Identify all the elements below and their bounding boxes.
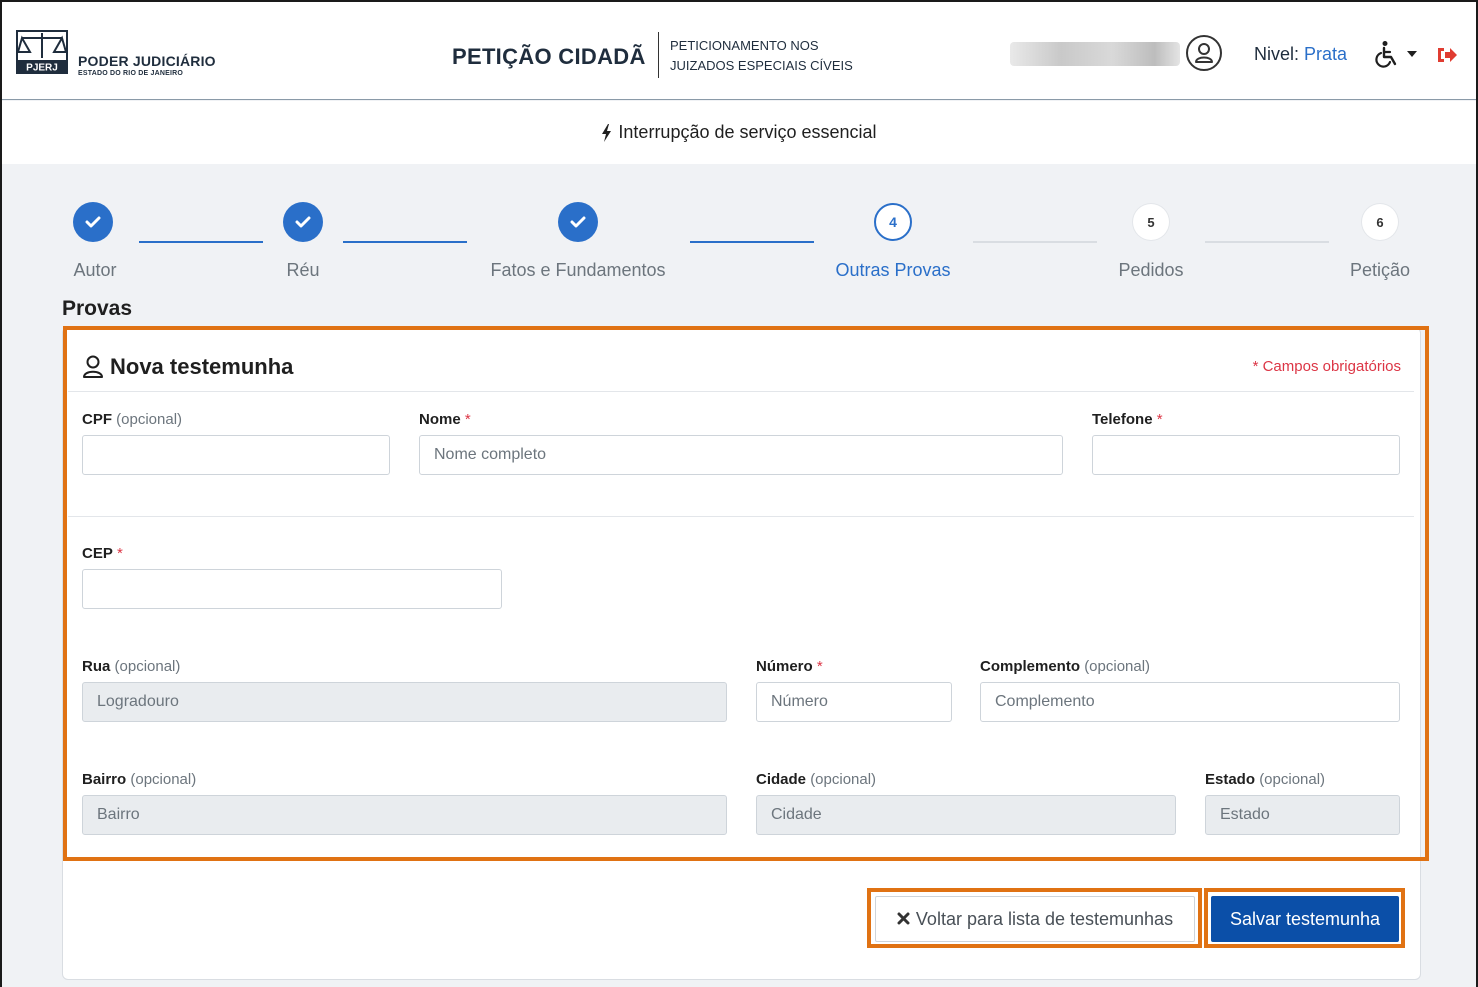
estado-input[interactable] xyxy=(1205,795,1400,835)
step-label-fatos[interactable]: Fatos e Fundamentos xyxy=(490,260,665,281)
app-title: PETIÇÃO CIDADÃ xyxy=(452,44,646,69)
step-pedidos[interactable]: 5 xyxy=(1133,204,1169,240)
step-label-reu[interactable]: Réu xyxy=(286,260,319,281)
telefone-label: Telefone * xyxy=(1092,411,1163,428)
section-title: Provas xyxy=(62,297,133,320)
pjerj-logo[interactable]: PJERJ PODER JUDICIÁRIO ESTADO DO RIO DE … xyxy=(16,30,216,77)
step-label-outras-provas[interactable]: Outras Provas xyxy=(835,260,950,281)
rua-input[interactable] xyxy=(82,682,727,722)
step-label-pedidos[interactable]: Pedidos xyxy=(1118,260,1183,281)
step-peticao[interactable]: 6 xyxy=(1362,204,1398,240)
save-witness-button[interactable]: Salvar testemunha xyxy=(1211,896,1399,942)
scales-logo-icon: PJERJ xyxy=(16,30,68,74)
accessibility-menu[interactable] xyxy=(1374,40,1418,68)
accessibility-icon xyxy=(1375,41,1397,68)
nome-input[interactable] xyxy=(419,435,1063,475)
user-name-redacted xyxy=(1010,42,1180,66)
rua-label: Rua (opcional) xyxy=(82,658,181,675)
step-connector xyxy=(973,241,1097,243)
user-icon[interactable] xyxy=(1186,35,1222,71)
cep-input[interactable] xyxy=(82,569,502,609)
cidade-input[interactable] xyxy=(756,795,1176,835)
x-icon xyxy=(897,909,910,930)
cidade-label: Cidade (opcional) xyxy=(756,771,877,788)
logo-subtitle: ESTADO DO RIO DE JANEIRO xyxy=(78,70,184,77)
user-outline-icon xyxy=(83,355,103,378)
logo-title: PODER JUDICIÁRIO xyxy=(78,53,216,69)
witness-card xyxy=(62,327,1421,980)
complemento-label: Complemento (opcional) xyxy=(980,658,1151,675)
numero-label: Número * xyxy=(756,658,823,675)
card-header: Nova testemunha * Campos obrigatórios xyxy=(68,332,1414,392)
cpf-input[interactable] xyxy=(82,435,390,475)
caret-down-icon xyxy=(1407,51,1417,57)
app-subtitle-line1: PETICIONAMENTO NOS xyxy=(670,38,819,53)
step-connector xyxy=(139,241,263,243)
app-subtitle: PETICIONAMENTO NOS JUIZADOS ESPECIAIS CÍ… xyxy=(670,36,853,76)
back-to-witness-list-button[interactable]: Voltar para lista de testemunhas xyxy=(875,896,1195,942)
form-title: Nova testemunha xyxy=(110,354,294,379)
user-level-value: Prata xyxy=(1304,44,1348,64)
service-alert[interactable]: Interrupção de serviço essencial xyxy=(2,101,1476,164)
step-fatos-icon[interactable] xyxy=(558,202,598,242)
estado-label: Estado (opcional) xyxy=(1205,771,1326,788)
step-connector xyxy=(343,241,467,243)
back-button-label: Voltar para lista de testemunhas xyxy=(915,908,1174,929)
telefone-input[interactable] xyxy=(1092,435,1400,475)
step-outras-provas[interactable]: 4 xyxy=(874,203,912,241)
bolt-icon xyxy=(601,123,612,142)
logout-icon[interactable] xyxy=(1436,44,1458,66)
cep-label: CEP * xyxy=(82,545,123,562)
nome-label: Nome * xyxy=(419,411,471,428)
cpf-label: CPF (opcional) xyxy=(82,411,183,428)
step-label-autor[interactable]: Autor xyxy=(73,260,116,281)
numero-input[interactable] xyxy=(756,682,952,722)
bairro-input[interactable] xyxy=(82,795,727,835)
step-reu-icon[interactable] xyxy=(283,202,323,242)
user-level-label: Nivel: xyxy=(1254,44,1300,64)
form-divider xyxy=(68,516,1414,517)
complemento-input[interactable] xyxy=(980,682,1400,722)
app-frame: PJERJ PODER JUDICIÁRIO ESTADO DO RIO DE … xyxy=(0,0,1478,987)
step-autor-icon[interactable] xyxy=(73,202,113,242)
progress-stepper: 4 5 6 Autor Réu Fatos e Fundamentos Outr… xyxy=(2,164,1476,294)
title-divider xyxy=(658,32,659,78)
bairro-label: Bairro (opcional) xyxy=(82,771,197,788)
top-header: PJERJ PODER JUDICIÁRIO ESTADO DO RIO DE … xyxy=(2,2,1476,100)
step-connector xyxy=(1205,241,1329,243)
user-level: Nivel: Prata xyxy=(1254,44,1347,65)
step-connector xyxy=(690,241,814,243)
step-label-peticao[interactable]: Petição xyxy=(1350,260,1410,281)
app-subtitle-line2: JUIZADOS ESPECIAIS CÍVEIS xyxy=(670,58,853,73)
logo-mark-text: PJERJ xyxy=(26,63,58,74)
required-fields-note: * Campos obrigatórios xyxy=(1252,358,1401,375)
alert-text: Interrupção de serviço essencial xyxy=(618,122,877,142)
